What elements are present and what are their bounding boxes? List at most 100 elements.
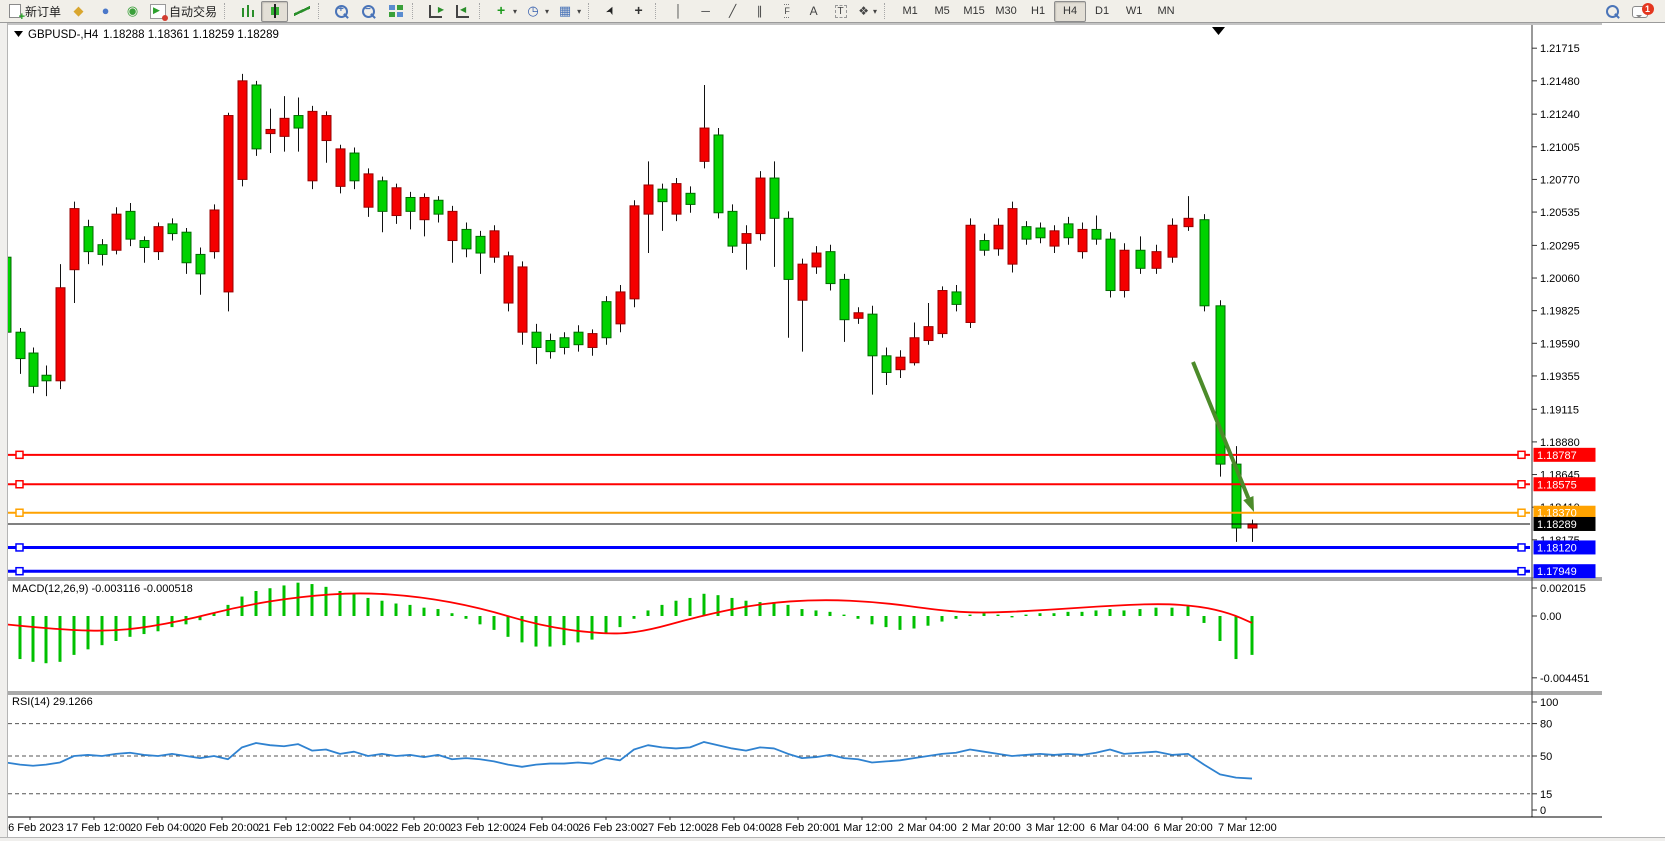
price-tick-label: 1.18880 xyxy=(1540,437,1580,449)
gold-diamond-icon: ◆ xyxy=(71,3,87,19)
tile-windows-button[interactable] xyxy=(382,1,409,22)
timeframe-h4-button[interactable]: H4 xyxy=(1054,1,1086,22)
price-line-badge-label: 1.18120 xyxy=(1537,542,1577,554)
deposit-button[interactable]: ◆ xyxy=(65,1,92,22)
price-tick-label: 1.21005 xyxy=(1540,142,1580,154)
toolbar-separator xyxy=(479,3,484,19)
bear-candle xyxy=(448,211,457,240)
time-axis-label: 6 Mar 04:00 xyxy=(1090,822,1149,834)
line-handle[interactable] xyxy=(1518,451,1525,458)
dropdown-arrow-icon: ▾ xyxy=(513,7,517,16)
indicators-button[interactable]: +▾ xyxy=(489,1,521,22)
tile-windows-icon xyxy=(388,3,404,19)
crosshair-tool[interactable]: + xyxy=(625,1,652,22)
bull-candle xyxy=(770,178,779,218)
trendline-tool[interactable]: ╱ xyxy=(719,1,746,22)
bull-candle xyxy=(560,338,569,348)
line-chart-button[interactable] xyxy=(288,1,315,22)
bull-candle xyxy=(686,193,695,204)
time-axis-label: 20 Feb 04:00 xyxy=(130,822,195,834)
bear-candle xyxy=(210,210,219,252)
bar-chart-button[interactable] xyxy=(234,1,261,22)
bear-candle xyxy=(364,174,373,207)
bar-chart-icon xyxy=(240,3,256,19)
line-handle[interactable] xyxy=(16,509,23,516)
cursor-tool[interactable] xyxy=(598,1,625,22)
trend-arrow-head[interactable] xyxy=(1243,496,1254,512)
line-handle[interactable] xyxy=(16,544,23,551)
title-collapse-icon[interactable] xyxy=(14,31,23,37)
timeframe-h1-button[interactable]: H1 xyxy=(1022,1,1054,22)
toolbar-separator xyxy=(655,3,660,19)
bear-candle xyxy=(238,81,247,180)
fibonacci-tool[interactable]: F xyxy=(773,1,800,22)
bear-candle xyxy=(280,118,289,136)
bear-candle xyxy=(224,116,233,292)
price-tick-label: 1.19825 xyxy=(1540,306,1580,318)
time-axis-label: 28 Feb 20:00 xyxy=(770,822,835,834)
line-handle[interactable] xyxy=(1518,509,1525,516)
rsi-scale-label: 0 xyxy=(1540,805,1546,817)
dropdown-arrow-icon: ▾ xyxy=(577,7,581,16)
bear-candle xyxy=(266,129,275,133)
time-axis-label: 20 Feb 20:00 xyxy=(194,822,259,834)
line-handle[interactable] xyxy=(16,568,23,575)
new-order-button[interactable]: 新订单 xyxy=(4,1,65,22)
price-tick-label: 1.21715 xyxy=(1540,43,1580,55)
zoom-in-button[interactable] xyxy=(328,1,355,22)
timeframe-m15-button[interactable]: M15 xyxy=(958,1,990,22)
window-left-edge xyxy=(0,23,8,840)
equidistant-channel-tool[interactable]: ∥ xyxy=(746,1,773,22)
signals-button[interactable]: ◉ xyxy=(119,1,146,22)
dropdown-arrow-icon: ▾ xyxy=(873,7,877,16)
timeframe-w1-button[interactable]: W1 xyxy=(1118,1,1150,22)
bull-candle xyxy=(84,227,93,252)
timeframe-mn-button[interactable]: MN xyxy=(1150,1,1182,22)
toolbar-separator xyxy=(588,3,593,19)
community-button[interactable]: ● xyxy=(92,1,119,22)
timeframe-m5-button[interactable]: M5 xyxy=(926,1,958,22)
templates-button[interactable]: ▦▾ xyxy=(553,1,585,22)
line-handle[interactable] xyxy=(16,451,23,458)
periods-button[interactable]: ◷▾ xyxy=(521,1,553,22)
macd-scale-label: -0.004451 xyxy=(1540,673,1590,685)
bear-candle xyxy=(616,292,625,324)
arrows-tool[interactable]: ❖▾ xyxy=(854,1,881,22)
notifications-button[interactable]: 1 xyxy=(1626,1,1653,22)
time-axis-label: 24 Feb 04:00 xyxy=(514,822,579,834)
line-handle[interactable] xyxy=(1518,544,1525,551)
auto-trading-button[interactable]: 自动交易 xyxy=(146,1,221,22)
toolbar-separator xyxy=(412,3,417,19)
candlestick-chart-button[interactable] xyxy=(261,1,288,22)
price-line-badge-label: 1.18289 xyxy=(1537,519,1577,531)
line-handle[interactable] xyxy=(1518,568,1525,575)
chart-shift-icon xyxy=(456,5,469,18)
price-tick-label: 1.20295 xyxy=(1540,240,1580,252)
chart-shift-marker[interactable] xyxy=(1212,27,1225,35)
chart-shift-button[interactable] xyxy=(449,1,476,22)
text-label-tool-icon: T xyxy=(835,5,847,18)
bull-candle xyxy=(1036,228,1045,238)
price-chart-canvas[interactable]: GBPUSD-,H4 1.18288 1.18361 1.18259 1.182… xyxy=(0,0,1665,840)
vertical-line-tool[interactable]: │ xyxy=(665,1,692,22)
bear-candle xyxy=(756,178,765,234)
toolbar-separator xyxy=(318,3,323,19)
bull-candle xyxy=(182,232,191,263)
timeframe-m1-button[interactable]: M1 xyxy=(894,1,926,22)
bear-candle xyxy=(672,184,681,215)
timeframe-m30-button[interactable]: M30 xyxy=(990,1,1022,22)
bull-candle xyxy=(1092,229,1101,239)
text-label-tool[interactable]: T xyxy=(827,1,854,22)
vertical-line-tool-icon: │ xyxy=(675,4,683,18)
line-handle[interactable] xyxy=(1518,481,1525,488)
horizontal-line-tool[interactable]: ─ xyxy=(692,1,719,22)
timeframe-d1-button[interactable]: D1 xyxy=(1086,1,1118,22)
text-tool[interactable]: A xyxy=(800,1,827,22)
search-button[interactable] xyxy=(1599,1,1626,22)
bull-candle xyxy=(42,375,51,381)
line-handle[interactable] xyxy=(16,481,23,488)
zoom-out-button[interactable] xyxy=(355,1,382,22)
auto-scroll-button[interactable] xyxy=(422,1,449,22)
bull-candle xyxy=(784,218,793,279)
bear-candle xyxy=(1008,209,1017,265)
